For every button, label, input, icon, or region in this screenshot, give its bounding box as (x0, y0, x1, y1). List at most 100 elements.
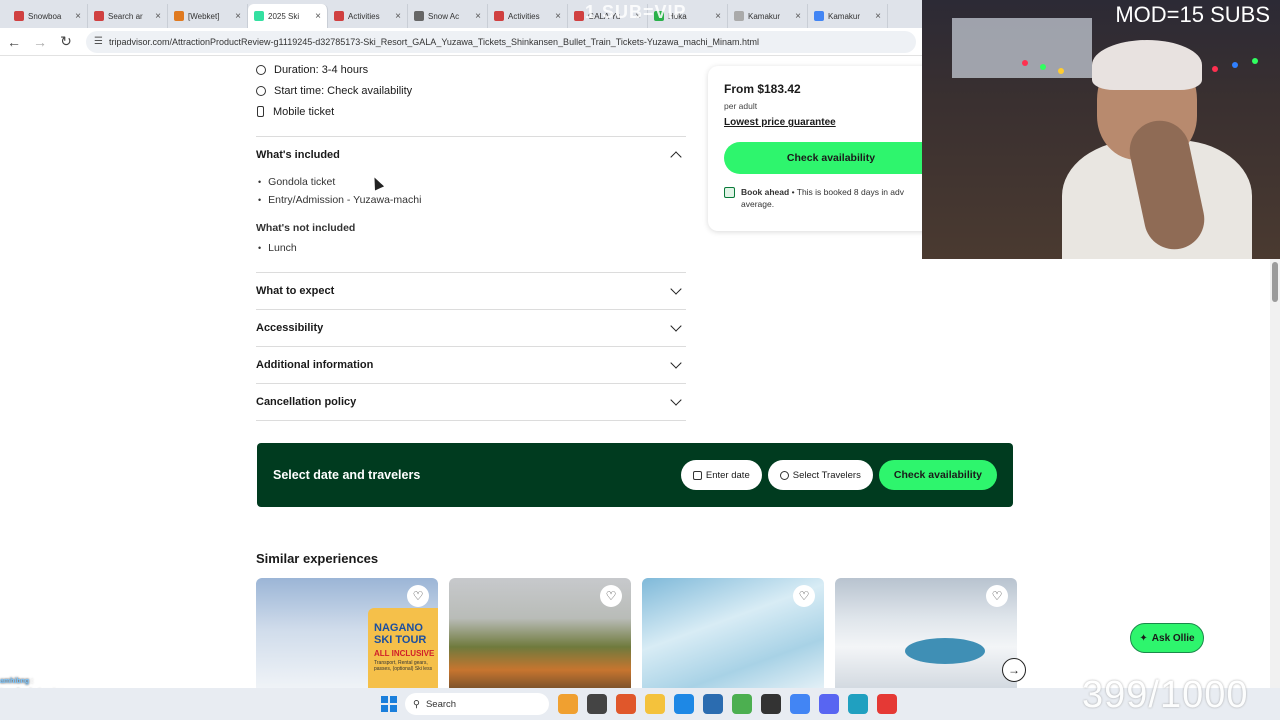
collapsed-sections: What to expect Accessibility Additional in… (256, 273, 686, 421)
browser-tab[interactable]: Kamakur × (728, 4, 808, 28)
taskbar-app-icon[interactable] (703, 694, 723, 714)
browser-tab[interactable]: 2025 Ski × (248, 4, 328, 28)
similar-experiences-title: Similar experiences (256, 551, 379, 566)
heart-icon[interactable]: ♡ (407, 585, 429, 607)
taskbar-app-icon[interactable] (819, 694, 839, 714)
list-item: Entry/Admission - Yuzawa-machi (258, 191, 686, 209)
collapsible-section[interactable]: Cancellation policy (256, 384, 686, 420)
close-icon[interactable]: × (395, 11, 401, 22)
browser-tab[interactable]: Snow Ac × (408, 4, 488, 28)
price-unit: per adult (724, 101, 758, 111)
collapsible-section[interactable]: Additional information (256, 347, 686, 383)
browser-tab[interactable]: Activities × (488, 4, 568, 28)
select-date-bar: Select date and travelers Enter date Sel… (257, 443, 1013, 507)
tab-favicon-icon (14, 11, 24, 21)
browser-tab[interactable]: Snowboa × (8, 4, 88, 28)
close-icon[interactable]: × (75, 11, 81, 22)
date-bar-check-availability-button[interactable]: Check availability (878, 460, 997, 490)
browser-tab[interactable]: Activities × (328, 4, 408, 28)
close-icon[interactable]: × (235, 11, 241, 22)
taskbar-app-icon[interactable] (616, 694, 636, 714)
webcam-window (952, 18, 1092, 78)
taskbar-app-icon[interactable] (587, 694, 607, 714)
forward-icon[interactable]: → (28, 30, 52, 54)
heart-icon[interactable]: ♡ (986, 585, 1008, 607)
taskbar-app-icon[interactable] (674, 694, 694, 714)
calendar-icon (724, 187, 735, 198)
lowest-price-link[interactable]: Lowest price guarantee (724, 117, 922, 128)
site-info-icon[interactable]: ☰ (94, 36, 103, 47)
experience-card[interactable]: NAGANO SKI TOUR ALL INCLUSIVE Transport,… (256, 578, 438, 688)
phone-icon (257, 106, 264, 117)
close-icon[interactable]: × (155, 11, 161, 22)
enter-date-button[interactable]: Enter date (680, 460, 762, 490)
taskbar-search[interactable]: ⚲ Search (405, 693, 549, 715)
url-text: tripadvisor.com/AttractionProductReview-… (108, 36, 759, 47)
not-included-list: Lunch (256, 239, 686, 257)
book-ahead-label: Book ahead (741, 187, 790, 197)
screen: Snowboa × Search ar × [Webket] × 2025 Ski × Acti… (0, 0, 1280, 720)
tab-label: Kamakur (748, 11, 781, 21)
carousel-next-icon[interactable]: → (1002, 658, 1026, 682)
lake-image (905, 638, 985, 664)
tab-favicon-icon (574, 11, 584, 21)
tab-favicon-icon (94, 11, 104, 21)
ticket-row: Mobile ticket (256, 101, 686, 122)
tab-label: Activities (348, 11, 380, 21)
clock-icon (256, 64, 266, 75)
experience-card[interactable]: ♡ (835, 578, 1017, 688)
book-ahead-text: Book ahead • This is booked 8 days in ad… (741, 186, 922, 210)
close-icon[interactable]: × (715, 11, 721, 22)
check-availability-button[interactable]: Check availability (724, 142, 938, 174)
section-title: Cancellation policy (256, 396, 357, 408)
windows-start-icon[interactable] (381, 696, 397, 712)
date-bar-title: Select date and travelers (273, 468, 421, 482)
sign-line2: ALL INCLUSIVE (374, 649, 435, 658)
collapsible-section[interactable]: Accessibility (256, 310, 686, 346)
chevron-down-icon (670, 320, 682, 332)
taskbar-app-icon[interactable] (645, 694, 665, 714)
string-light (1252, 58, 1258, 64)
close-icon[interactable]: × (875, 11, 881, 22)
reload-icon[interactable]: ↻ (54, 30, 78, 54)
taskbar-app-icon[interactable] (558, 694, 578, 714)
browser-tab[interactable]: Kamakur × (808, 4, 888, 28)
tab-label: [Webket] (188, 11, 220, 21)
chat-line: amhibng: (0, 676, 110, 687)
experience-card[interactable]: ♡ (449, 578, 631, 688)
collapsible-section[interactable]: What to expect (256, 273, 686, 309)
ask-ollie-button[interactable]: ✦ Ask Ollie (1130, 623, 1204, 653)
tab-label: Activities (508, 11, 540, 21)
close-icon[interactable]: × (555, 11, 561, 22)
select-travelers-button[interactable]: Select Travelers (767, 460, 873, 490)
close-icon[interactable]: × (795, 11, 801, 22)
calendar-icon (692, 470, 702, 480)
back-icon[interactable]: ← (2, 30, 26, 54)
taskbar-app-icon[interactable] (732, 694, 752, 714)
url-field[interactable]: ☰ tripadvisor.com/AttractionProductRevie… (86, 30, 916, 53)
tab-favicon-icon (414, 11, 424, 21)
browser-tab[interactable]: [Webket] × (168, 4, 248, 28)
tab-label: Kamakur (828, 11, 861, 21)
taskbar-app-icon[interactable] (761, 694, 781, 714)
heart-icon[interactable]: ♡ (793, 585, 815, 607)
section-title: What to expect (256, 285, 335, 297)
heart-icon[interactable]: ♡ (600, 585, 622, 607)
experience-card[interactable]: ♡ (642, 578, 824, 688)
close-icon[interactable]: × (315, 11, 321, 22)
scrollbar-thumb[interactable] (1272, 262, 1278, 302)
sign-line1: NAGANO SKI TOUR (374, 622, 427, 646)
string-light (1212, 66, 1218, 72)
section-whats-included[interactable]: What's included (256, 137, 686, 173)
section-title: Additional information (256, 359, 374, 371)
taskbar-app-icon[interactable] (790, 694, 810, 714)
taskbar-app-icon[interactable] (877, 694, 897, 714)
taskbar-app-icon[interactable] (848, 694, 868, 714)
tab-label: Search ar (108, 11, 143, 21)
ask-ollie-label: Ask Ollie (1151, 632, 1195, 644)
browser-tab[interactable]: Search ar × (88, 4, 168, 28)
tab-label: 2025 Ski (268, 11, 300, 21)
close-icon[interactable]: × (475, 11, 481, 22)
price-card: From $183.42 per adult Lowest price guar… (708, 66, 938, 231)
taskbar-icons (558, 694, 897, 714)
